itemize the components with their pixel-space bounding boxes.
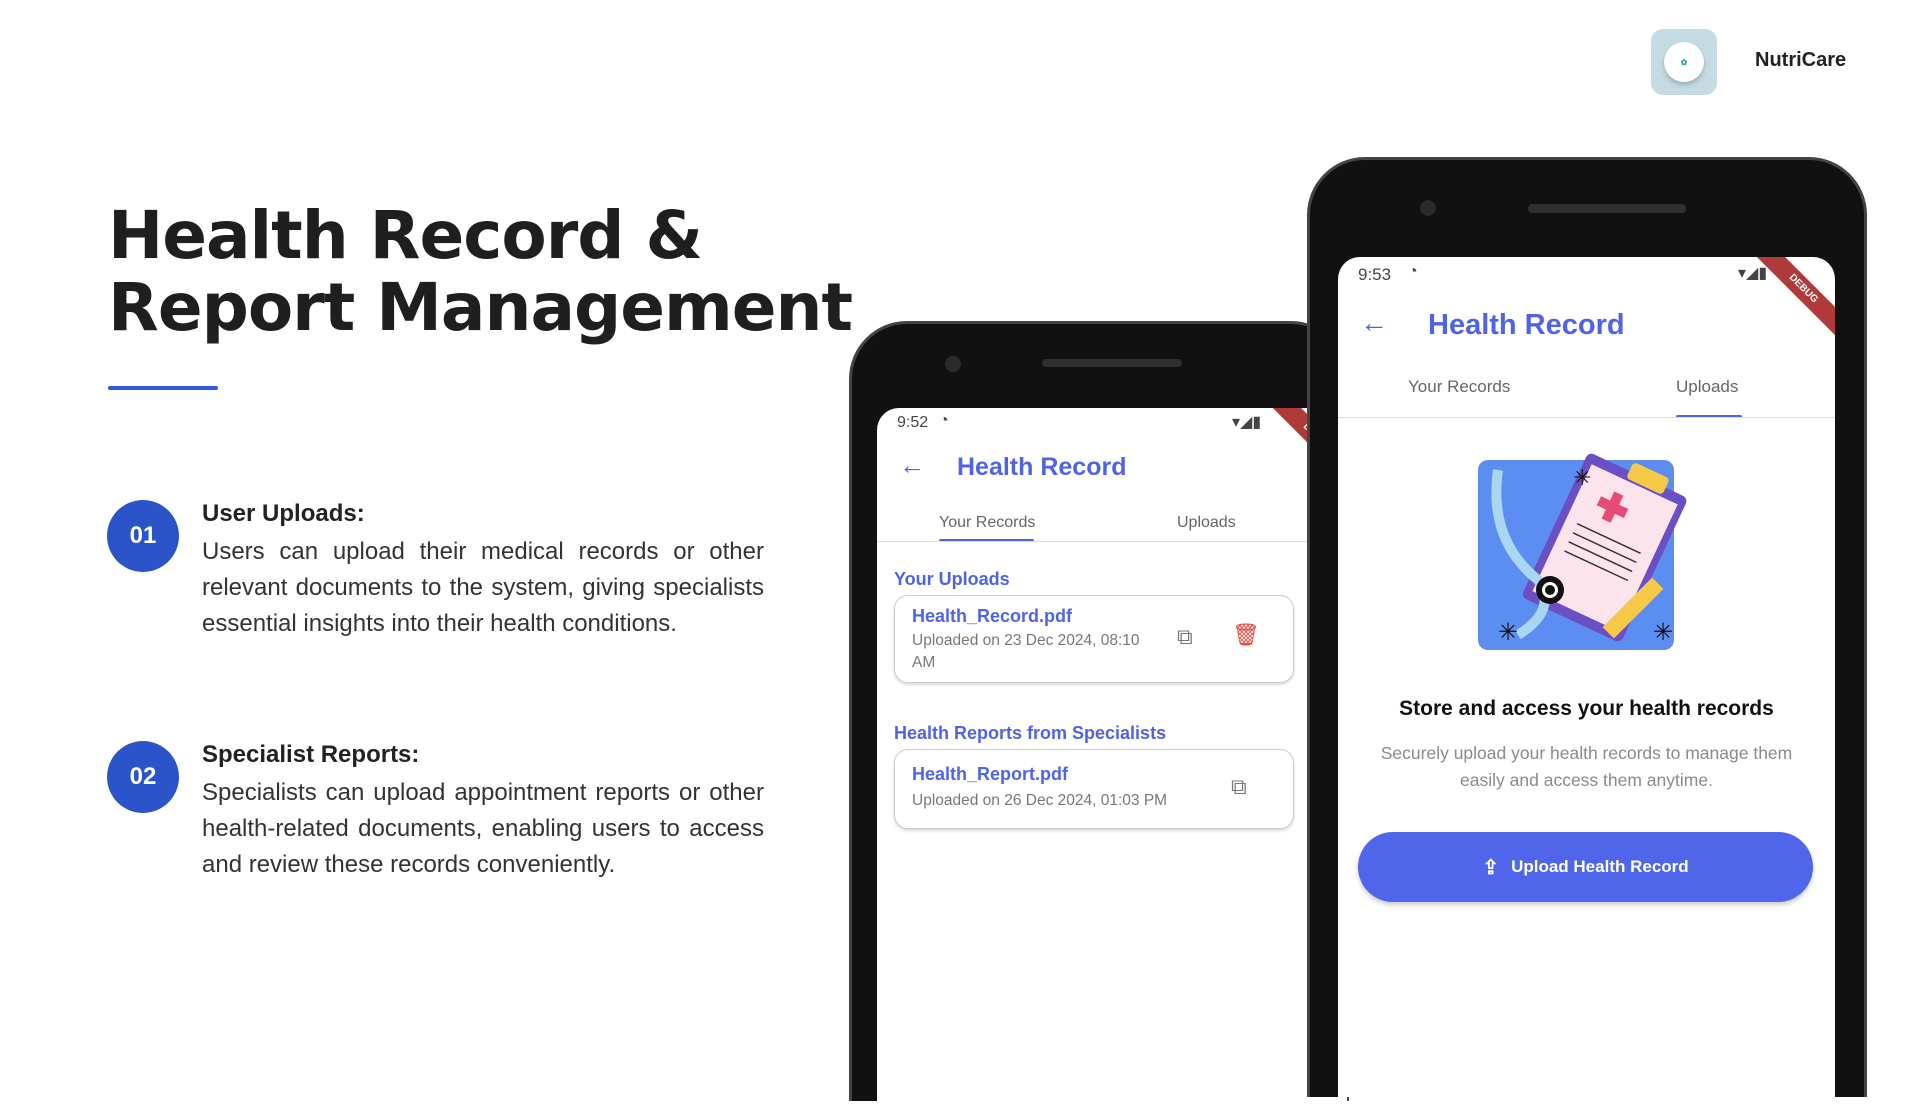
- svg-text:✳: ✳: [1653, 619, 1673, 646]
- empty-state-title: Store and access your health records: [1399, 697, 1774, 720]
- feature-specialist-reports: Specialist Reports: Specialists can uplo…: [202, 741, 764, 883]
- step-badge-01: 01: [107, 500, 179, 572]
- screen-title: Health Record: [957, 453, 1127, 481]
- screen-title: Health Record: [1428, 309, 1625, 341]
- page-title: Health Record & Report Management: [108, 197, 853, 346]
- step-badge-02: 02: [107, 741, 179, 813]
- brand-name: NutriCare: [1755, 49, 1847, 71]
- feature-title: Specialist Reports:: [202, 741, 420, 768]
- report-card[interactable]: Health_Report.pdf Uploaded on 26 Dec 202…: [894, 749, 1294, 829]
- delete-icon[interactable]: 🗑: [1232, 622, 1260, 648]
- tab-divider: [1338, 417, 1835, 418]
- tab-divider: [877, 541, 1347, 542]
- title-line-1: Health Record &: [108, 197, 703, 274]
- file-upload-icon: ⇪: [1482, 856, 1500, 879]
- feature-text: Users can upload their medical records o…: [202, 538, 764, 637]
- svg-text:✳: ✳: [1498, 619, 1518, 646]
- svg-text:✳: ✳: [1573, 465, 1591, 490]
- file-date: Uploaded on 23 Dec 2024, 08:10 AM: [912, 632, 1140, 671]
- logo-mark: ✿: [1664, 42, 1704, 82]
- section-specialist-reports: Health Reports from Specialists: [894, 723, 1167, 743]
- empty-state-description: Securely upload your health records to m…: [1380, 743, 1793, 790]
- speaker-grille: [1528, 204, 1686, 213]
- upload-health-record-button[interactable]: ⇪ Upload Health Record: [1358, 832, 1813, 902]
- feature-text: Specialists can upload appointment repor…: [202, 779, 764, 878]
- camera-icon: [1420, 200, 1436, 216]
- phone-screen: 9:53 ◔ ▾◢▮ DEBUG ← Health Record Your Re…: [1338, 257, 1835, 1097]
- health-record-illustration: ✳ ✳ ✳: [1478, 453, 1687, 650]
- button-label: Upload Health Record: [1511, 857, 1689, 876]
- signal-icons: ▾◢▮: [1738, 265, 1768, 282]
- status-time: 9:53: [1358, 265, 1392, 284]
- back-arrow-icon[interactable]: ←: [899, 450, 925, 481]
- back-arrow-icon[interactable]: ←: [1360, 307, 1388, 339]
- file-date: Uploaded on 26 Dec 2024, 01:03 PM: [912, 792, 1168, 809]
- title-underline: [108, 386, 218, 390]
- tab-your-records[interactable]: Your Records: [1408, 377, 1510, 397]
- app-logo: ✿: [1651, 29, 1717, 95]
- upload-card[interactable]: Health_Record.pdf Uploaded on 23 Dec 202…: [894, 595, 1294, 683]
- status-icon: ◔: [1408, 263, 1418, 280]
- phone-mockup-records: 9:52 ◔ ▾◢▮ DEBUG ← Health Record Your Re…: [849, 321, 1349, 1108]
- status-icon: ◔: [939, 412, 949, 429]
- camera-icon: [945, 356, 961, 372]
- signal-icons: ▾◢▮: [1232, 414, 1262, 431]
- speaker-grille: [1042, 359, 1182, 367]
- open-external-icon[interactable]: ⧉: [1231, 774, 1247, 800]
- phone-mockup-uploads: 9:53 ◔ ▾◢▮ DEBUG ← Health Record Your Re…: [1307, 157, 1867, 1097]
- file-name[interactable]: Health_Record.pdf: [912, 606, 1072, 627]
- tab-uploads[interactable]: Uploads: [1177, 514, 1236, 532]
- open-external-icon[interactable]: ⧉: [1177, 624, 1193, 650]
- tab-uploads[interactable]: Uploads: [1676, 377, 1738, 397]
- feature-user-uploads: User Uploads: Users can upload their med…: [202, 500, 764, 642]
- status-time: 9:52: [897, 414, 929, 431]
- tab-your-records[interactable]: Your Records: [939, 514, 1035, 532]
- section-your-uploads: Your Uploads: [894, 569, 1010, 589]
- title-line-2: Report Management: [108, 269, 853, 346]
- phone-screen: 9:52 ◔ ▾◢▮ DEBUG ← Health Record Your Re…: [877, 408, 1347, 1108]
- feature-title: User Uploads:: [202, 500, 365, 527]
- file-name[interactable]: Health_Report.pdf: [912, 764, 1068, 785]
